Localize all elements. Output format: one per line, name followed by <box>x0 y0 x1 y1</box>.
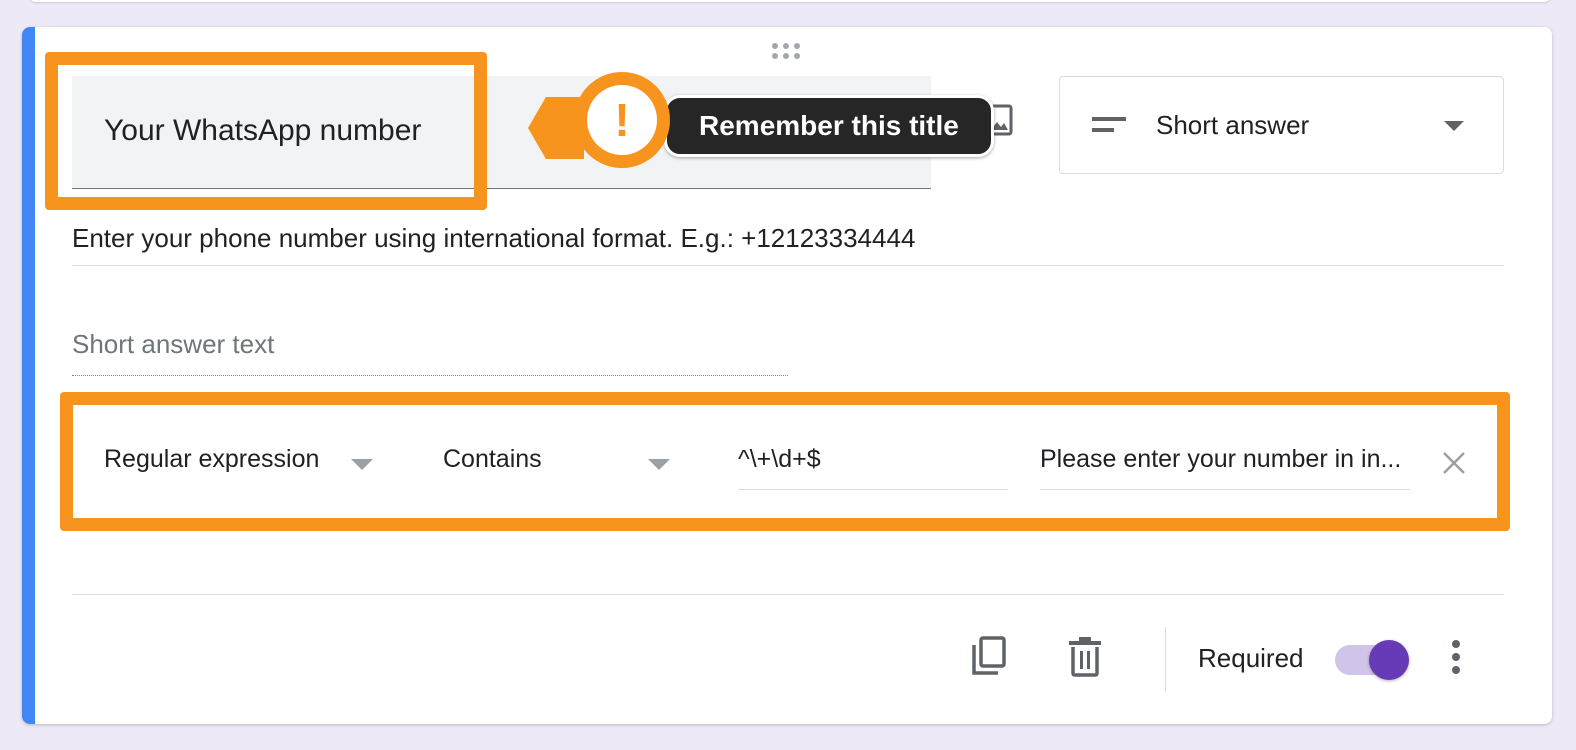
short-text-icon <box>1092 117 1126 132</box>
short-answer-preview: Short answer text <box>72 329 788 376</box>
duplicate-icon[interactable] <box>970 635 1008 677</box>
warning-symbol: ! <box>587 85 657 155</box>
warning-icon: ! <box>574 72 670 168</box>
title-highlight-box <box>45 52 487 210</box>
required-label: Required <box>1198 643 1304 673</box>
question-description-field[interactable]: Enter your phone number using internatio… <box>72 223 1504 266</box>
question-type-dropdown[interactable]: Short answer <box>1059 76 1504 174</box>
toggle-thumb <box>1369 640 1409 680</box>
footer-divider <box>72 594 1504 595</box>
chevron-down-icon <box>1444 121 1464 131</box>
previous-card-edge <box>28 0 1552 2</box>
callout-message: Remember this title <box>664 95 994 157</box>
delete-icon[interactable] <box>1068 635 1102 677</box>
active-card-indicator <box>22 27 35 724</box>
footer-vertical-divider <box>1165 627 1166 691</box>
required-toggle[interactable] <box>1335 640 1411 680</box>
validation-highlight-box <box>60 392 1510 531</box>
question-type-label: Short answer <box>1156 110 1310 140</box>
drag-handle-icon[interactable] <box>772 43 806 61</box>
more-vert-icon[interactable] <box>1450 639 1462 675</box>
